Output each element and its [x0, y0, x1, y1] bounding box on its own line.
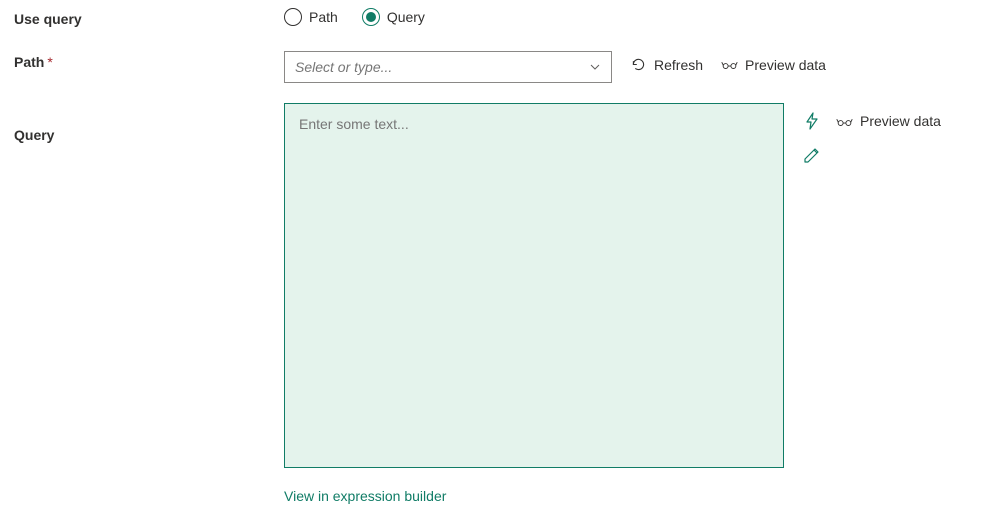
query-row: Query Enter some text... Preview data — [14, 103, 967, 468]
chevron-down-icon — [589, 61, 601, 73]
lightning-icon[interactable] — [802, 111, 822, 131]
radio-query[interactable]: Query — [362, 8, 425, 26]
glasses-icon — [721, 56, 738, 73]
required-asterisk: * — [47, 54, 52, 70]
path-label-text: Path — [14, 54, 44, 70]
use-query-label-text: Use query — [14, 11, 82, 27]
radio-path-label: Path — [309, 9, 338, 25]
query-side-actions: Preview data — [802, 103, 941, 165]
use-query-radio-group: Path Query — [284, 8, 425, 26]
radio-query-label: Query — [387, 9, 425, 25]
path-dropdown[interactable]: Select or type... — [284, 51, 612, 83]
query-placeholder: Enter some text... — [299, 116, 409, 132]
refresh-button[interactable]: Refresh — [630, 51, 703, 73]
radio-query-circle — [362, 8, 380, 26]
use-query-label: Use query — [14, 8, 284, 27]
preview-data-button[interactable]: Preview data — [721, 51, 826, 73]
path-controls: Select or type... Refresh Preview data — [284, 51, 967, 83]
radio-path[interactable]: Path — [284, 8, 338, 26]
path-label: Path* — [14, 51, 284, 70]
query-label-text: Query — [14, 127, 54, 143]
query-side-row1: Preview data — [802, 111, 941, 131]
edit-icon[interactable] — [802, 145, 822, 165]
query-textarea[interactable]: Enter some text... — [284, 103, 784, 468]
glasses-icon — [836, 113, 853, 130]
query-preview-data-label: Preview data — [860, 113, 941, 129]
path-row: Path* Select or type... Refresh Preview … — [14, 51, 967, 83]
use-query-row: Use query Path Query — [14, 8, 967, 27]
preview-data-label: Preview data — [745, 57, 826, 73]
view-expression-builder-link[interactable]: View in expression builder — [284, 488, 446, 504]
refresh-label: Refresh — [654, 57, 703, 73]
path-dropdown-placeholder: Select or type... — [295, 59, 392, 75]
query-label: Query — [14, 103, 284, 143]
radio-path-circle — [284, 8, 302, 26]
query-controls: Enter some text... Preview data — [284, 103, 967, 468]
query-preview-data-button[interactable]: Preview data — [836, 113, 941, 130]
use-query-controls: Path Query — [284, 8, 967, 26]
expression-builder-row: View in expression builder — [284, 488, 967, 504]
radio-query-dot — [366, 12, 376, 22]
refresh-icon — [630, 56, 647, 73]
